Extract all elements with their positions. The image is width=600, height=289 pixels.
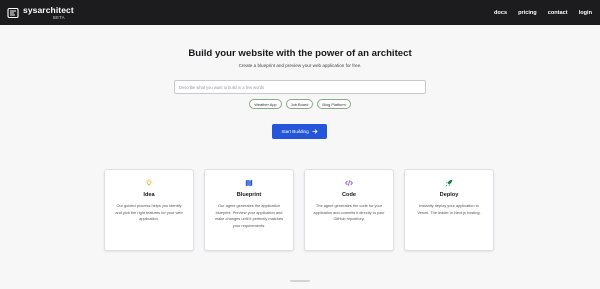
beta-badge: BETA <box>53 15 65 20</box>
card-idea: Idea Our guided process helps you identi… <box>104 169 194 251</box>
start-building-label: Start Building <box>281 129 309 134</box>
suggestion-chips: Weather App Job Board Blog Platform <box>0 99 600 109</box>
card-description: Our agent generates the application blue… <box>214 203 284 228</box>
arrow-right-icon <box>312 129 318 134</box>
process-cards: Idea Our guided process helps you identi… <box>104 169 494 251</box>
nav-link-pricing[interactable]: pricing <box>518 10 537 16</box>
nav-links: docs pricing contact login <box>494 10 592 16</box>
scroll-indicator <box>290 280 310 282</box>
chip-weather-app[interactable]: Weather App <box>249 99 282 109</box>
brand-logo[interactable]: sysarchitect BETA <box>7 0 74 25</box>
blueprint-icon <box>245 179 253 187</box>
card-title: Idea <box>143 192 155 198</box>
chip-blog-platform[interactable]: Blog Platform <box>317 99 351 109</box>
nav-link-contact[interactable]: contact <box>548 10 568 16</box>
rocket-icon <box>445 179 453 187</box>
nav-link-login[interactable]: login <box>579 10 592 16</box>
brand-name: sysarchitect <box>23 5 74 15</box>
code-icon <box>345 180 353 186</box>
card-code: Code The agent generates the code for yo… <box>304 169 394 251</box>
top-navbar: sysarchitect BETA docs pricing contact l… <box>0 0 600 25</box>
hero-subtitle: Create a blueprint and preview your web … <box>238 63 362 68</box>
card-description: Instantly deploy your application to Ver… <box>417 203 481 215</box>
blueprint-logo-icon <box>7 7 19 18</box>
card-deploy: Deploy Instantly deploy your application… <box>404 169 494 251</box>
start-building-button[interactable]: Start Building <box>272 124 327 139</box>
card-title: Code <box>342 192 356 198</box>
card-description: The agent generates the code for your ap… <box>313 203 385 221</box>
main-content: Build your website with the power of an … <box>0 25 600 289</box>
nav-link-docs[interactable]: docs <box>494 10 507 16</box>
card-description: Our guided process helps you identify an… <box>115 203 183 221</box>
card-title: Blueprint <box>236 192 262 198</box>
chip-job-board[interactable]: Job Board <box>285 99 314 109</box>
card-title: Deploy <box>439 192 459 198</box>
hero-title: Build your website with the power of an … <box>188 48 412 59</box>
lightbulb-icon <box>145 179 153 186</box>
project-description-input[interactable] <box>174 80 426 94</box>
card-blueprint: Blueprint Our agent generates the applic… <box>204 169 294 251</box>
